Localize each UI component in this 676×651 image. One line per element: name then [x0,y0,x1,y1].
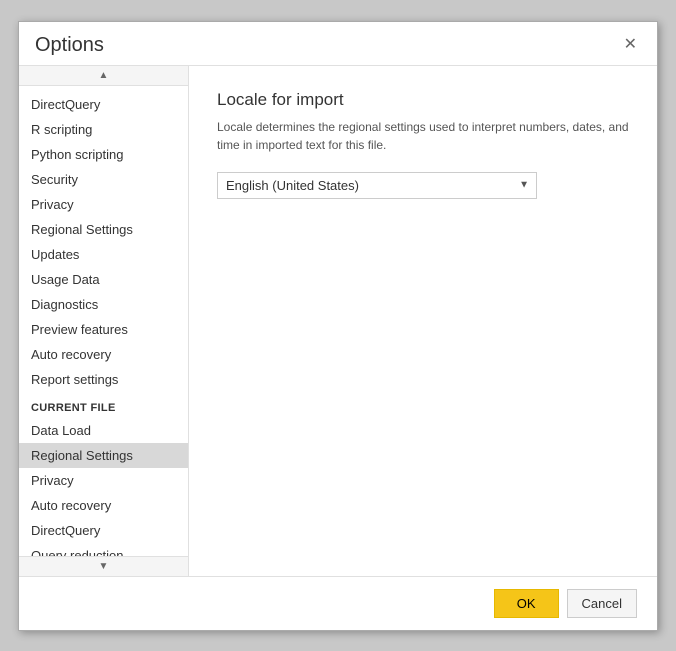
sidebar-item-usage-data[interactable]: Usage Data [19,267,188,292]
content-title: Locale for import [217,90,629,110]
sidebar-item-privacy[interactable]: Privacy [19,192,188,217]
sidebar-item-security[interactable]: Security [19,167,188,192]
sidebar-item-directquery-file[interactable]: DirectQuery [19,518,188,543]
dialog-footer: OK Cancel [19,576,657,630]
content-description: Locale determines the regional settings … [217,118,629,154]
sidebar-item-preview-features[interactable]: Preview features [19,317,188,342]
sidebar-item-auto-recovery[interactable]: Auto recovery [19,342,188,367]
dialog-titlebar: Options ✕ [19,22,657,65]
sidebar-item-data-load[interactable]: Data Load [19,418,188,443]
ok-button[interactable]: OK [494,589,559,618]
cancel-button[interactable]: Cancel [567,589,637,618]
sidebar-item-r-scripting[interactable]: R scripting [19,117,188,142]
sidebar-item-directquery[interactable]: DirectQuery [19,92,188,117]
sidebar-item-auto-recovery-file[interactable]: Auto recovery [19,493,188,518]
sidebar-item-diagnostics[interactable]: Diagnostics [19,292,188,317]
sidebar-scroll-up-button[interactable]: ▲ [19,66,188,86]
sidebar: ▲ DirectQueryR scriptingPython scripting… [19,66,189,576]
main-content: Locale for import Locale determines the … [189,66,657,576]
sidebar-item-regional-settings-file[interactable]: Regional Settings [19,443,188,468]
sidebar-item-python-scripting[interactable]: Python scripting [19,142,188,167]
sidebar-scroll-down-button[interactable]: ▼ [19,556,188,576]
dialog-title: Options [35,34,104,57]
sidebar-item-privacy-file[interactable]: Privacy [19,468,188,493]
close-button[interactable]: ✕ [620,35,641,55]
locale-select[interactable]: English (United States)English (United K… [217,172,537,199]
sidebar-item-regional-settings[interactable]: Regional Settings [19,217,188,242]
locale-select-wrapper: English (United States)English (United K… [217,172,537,199]
sidebar-item-query-reduction[interactable]: Query reduction [19,543,188,556]
sidebar-scroll-area: DirectQueryR scriptingPython scriptingSe… [19,86,188,556]
sidebar-item-updates[interactable]: Updates [19,242,188,267]
current-file-header: CURRENT FILE [19,392,188,418]
sidebar-item-report-settings[interactable]: Report settings [19,367,188,392]
dialog-body: ▲ DirectQueryR scriptingPython scripting… [19,65,657,576]
options-dialog: Options ✕ ▲ DirectQueryR scriptingPython… [18,21,658,631]
